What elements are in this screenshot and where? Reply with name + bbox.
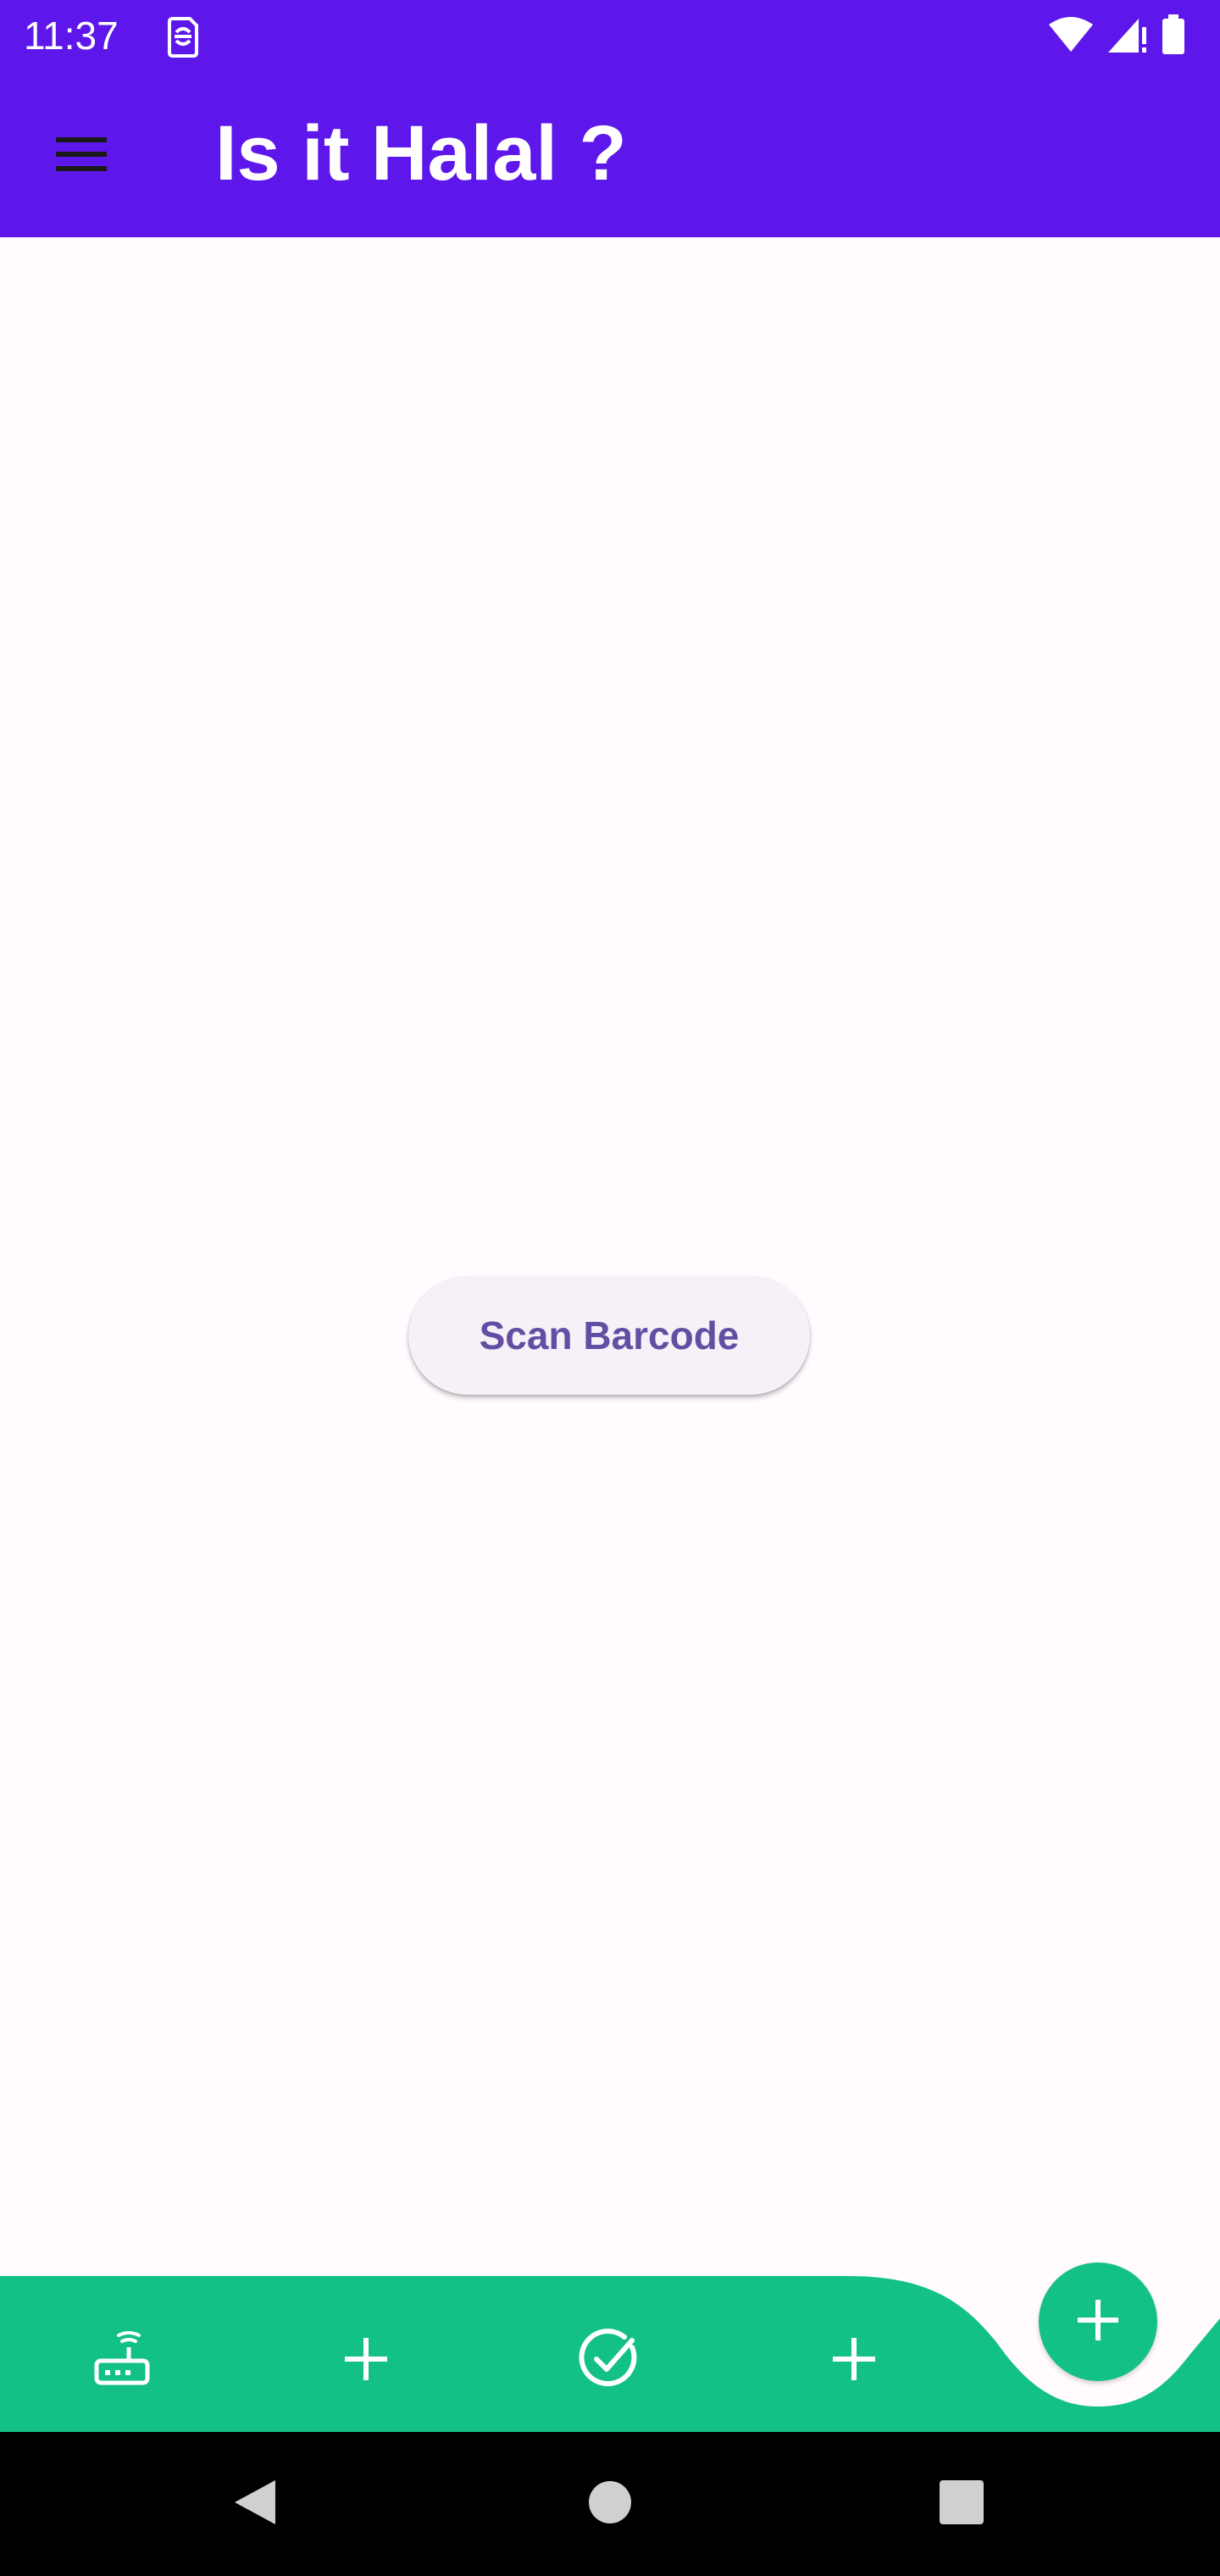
battery-icon bbox=[1161, 14, 1186, 59]
back-button[interactable] bbox=[217, 2466, 293, 2542]
check-circle-icon bbox=[578, 2327, 642, 2396]
cellular-signal-icon bbox=[1106, 15, 1149, 58]
wifi-icon bbox=[1047, 16, 1095, 58]
status-time: 11:37 bbox=[24, 14, 119, 58]
hamburger-menu-icon bbox=[54, 134, 108, 179]
status-bar: 11:37 bbox=[0, 0, 1220, 73]
add-icon bbox=[1074, 2296, 1122, 2348]
page-title: Is it Halal ? bbox=[215, 110, 627, 197]
add-icon bbox=[341, 2334, 391, 2389]
main-content: Scan Barcode bbox=[0, 237, 1220, 2276]
back-icon bbox=[231, 2477, 279, 2532]
status-icons bbox=[1047, 14, 1186, 59]
bottom-navigation-bar bbox=[0, 2237, 1220, 2432]
recents-icon bbox=[939, 2479, 984, 2529]
app-bar: Is it Halal ? bbox=[0, 73, 1220, 237]
sim-card-icon bbox=[164, 15, 202, 58]
home-icon bbox=[588, 2480, 632, 2529]
system-navigation-bar bbox=[0, 2432, 1220, 2576]
add-icon bbox=[829, 2334, 879, 2389]
scan-barcode-button[interactable]: Scan Barcode bbox=[408, 1276, 810, 1395]
nav-item-router[interactable] bbox=[80, 2318, 164, 2403]
nav-item-check[interactable] bbox=[568, 2318, 652, 2403]
menu-button[interactable] bbox=[41, 115, 122, 197]
router-icon bbox=[92, 2329, 152, 2394]
floating-add-button[interactable] bbox=[1039, 2262, 1157, 2381]
nav-item-add-1[interactable] bbox=[324, 2318, 408, 2403]
recents-button[interactable] bbox=[923, 2466, 1000, 2542]
home-button[interactable] bbox=[572, 2466, 648, 2542]
nav-item-add-2[interactable] bbox=[812, 2318, 896, 2403]
